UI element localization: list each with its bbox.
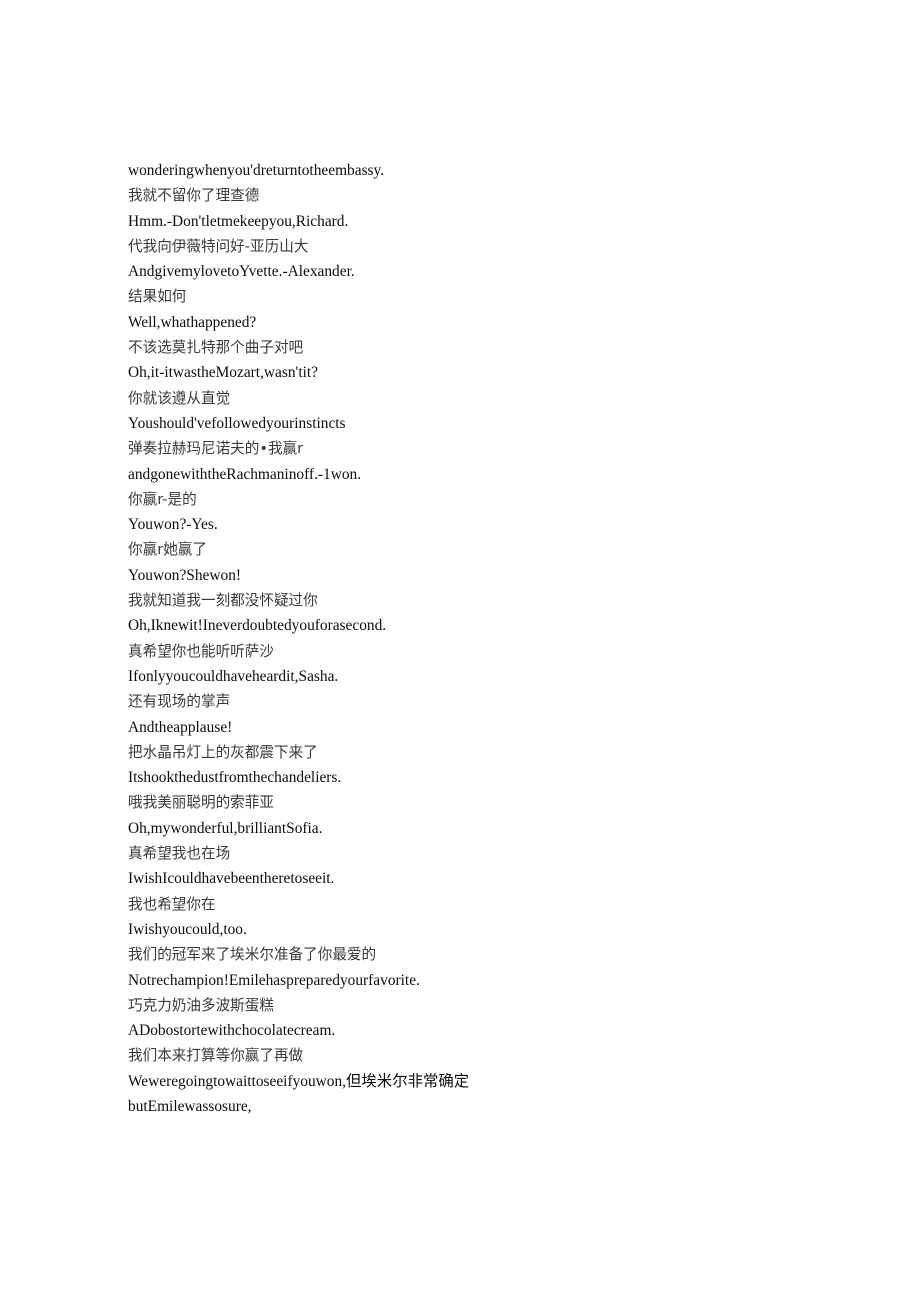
subtitle-line: 我们本来打算等你赢了再做 — [128, 1047, 304, 1065]
subtitle-line: Well,whathappened? — [128, 313, 257, 331]
subtitle-line: 真希望我也在场 — [128, 845, 231, 863]
subtitle-line: 还有现场的掌声 — [128, 693, 231, 711]
subtitle-line: Youwon?-Yes. — [128, 516, 218, 534]
subtitle-line: AndgivemylovetoYvette.-Alexander. — [128, 263, 355, 281]
subtitle-line: 我就不留你了理查德 — [128, 187, 260, 205]
subtitle-line: Hmm.-Don'tletmekeepyou,Richard. — [128, 212, 349, 230]
subtitle-line: Youwon?Shewon! — [128, 566, 242, 584]
subtitle-line: Oh,Iknewit!Ineverdoubtedyouforasecond. — [128, 617, 387, 635]
subtitle-line: Youshould'vefollowedyourinstincts — [128, 414, 346, 432]
subtitle-line: 不该选莫扎特那个曲子对吧 — [128, 339, 304, 357]
subtitle-line: wonderingwhenyou'dreturntotheembassy. — [128, 162, 385, 179]
subtitle-line: Oh,it-itwastheMozart,wasn'tit? — [128, 364, 318, 382]
subtitle-line: 代我向伊薇特问好-亚历山大 — [128, 237, 309, 255]
subtitle-line: 结果如何 — [128, 288, 187, 306]
subtitle-line: 把水晶吊灯上的灰都震下来了 — [128, 743, 318, 761]
subtitle-line: Iwishyoucould,too. — [128, 920, 247, 938]
subtitle-line: Weweregoingtowaittoseeifyouwon,但埃米尔非常确定 — [128, 1072, 470, 1090]
subtitle-line: Oh,mywonderful,brilliantSofia. — [128, 819, 323, 837]
document-page: wonderingwhenyou'dreturntotheembassy. 我就不… — [0, 0, 920, 1301]
subtitle-line: IwishIcouldhavebeentheretoseeit. — [128, 870, 335, 888]
subtitle-line: 真希望你也能听听萨沙 — [128, 642, 274, 660]
subtitle-line: 我们的冠军来了埃米尔准备了你最爱的 — [128, 946, 377, 964]
subtitle-line: Ifonlyyoucouldhaveheardit,Sasha. — [128, 667, 339, 685]
subtitle-line: 弹奏拉赫玛尼诺夫的•我赢r — [128, 440, 304, 458]
subtitle-line: 哦我美丽聪明的索菲亚 — [128, 794, 274, 812]
subtitle-line: butEmilewassosure, — [128, 1097, 252, 1115]
subtitle-line: 我就知道我一刻都没怀疑过你 — [128, 592, 318, 610]
subtitle-transcript-body: wonderingwhenyou'dreturntotheembassy. 我就不… — [128, 158, 828, 1119]
subtitle-line: Notrechampion!Emilehaspreparedyourfavori… — [128, 971, 420, 989]
subtitle-line: ADobostortewithchocolatecream. — [128, 1022, 336, 1040]
subtitle-line: Itshookthedustfromthechandeliers. — [128, 769, 342, 787]
subtitle-line: 我也希望你在 — [128, 895, 216, 913]
subtitle-line: 巧克力奶油多波斯蛋糕 — [128, 996, 274, 1014]
subtitle-line: 你赢r-是的 — [128, 490, 197, 508]
subtitle-line: 你就该遵从直觉 — [128, 389, 231, 407]
subtitle-line: 你赢r她赢了 — [128, 541, 207, 559]
subtitle-line: Andtheapplause! — [128, 718, 233, 736]
subtitle-line: andgonewiththeRachmaninoff.-1won. — [128, 465, 362, 483]
